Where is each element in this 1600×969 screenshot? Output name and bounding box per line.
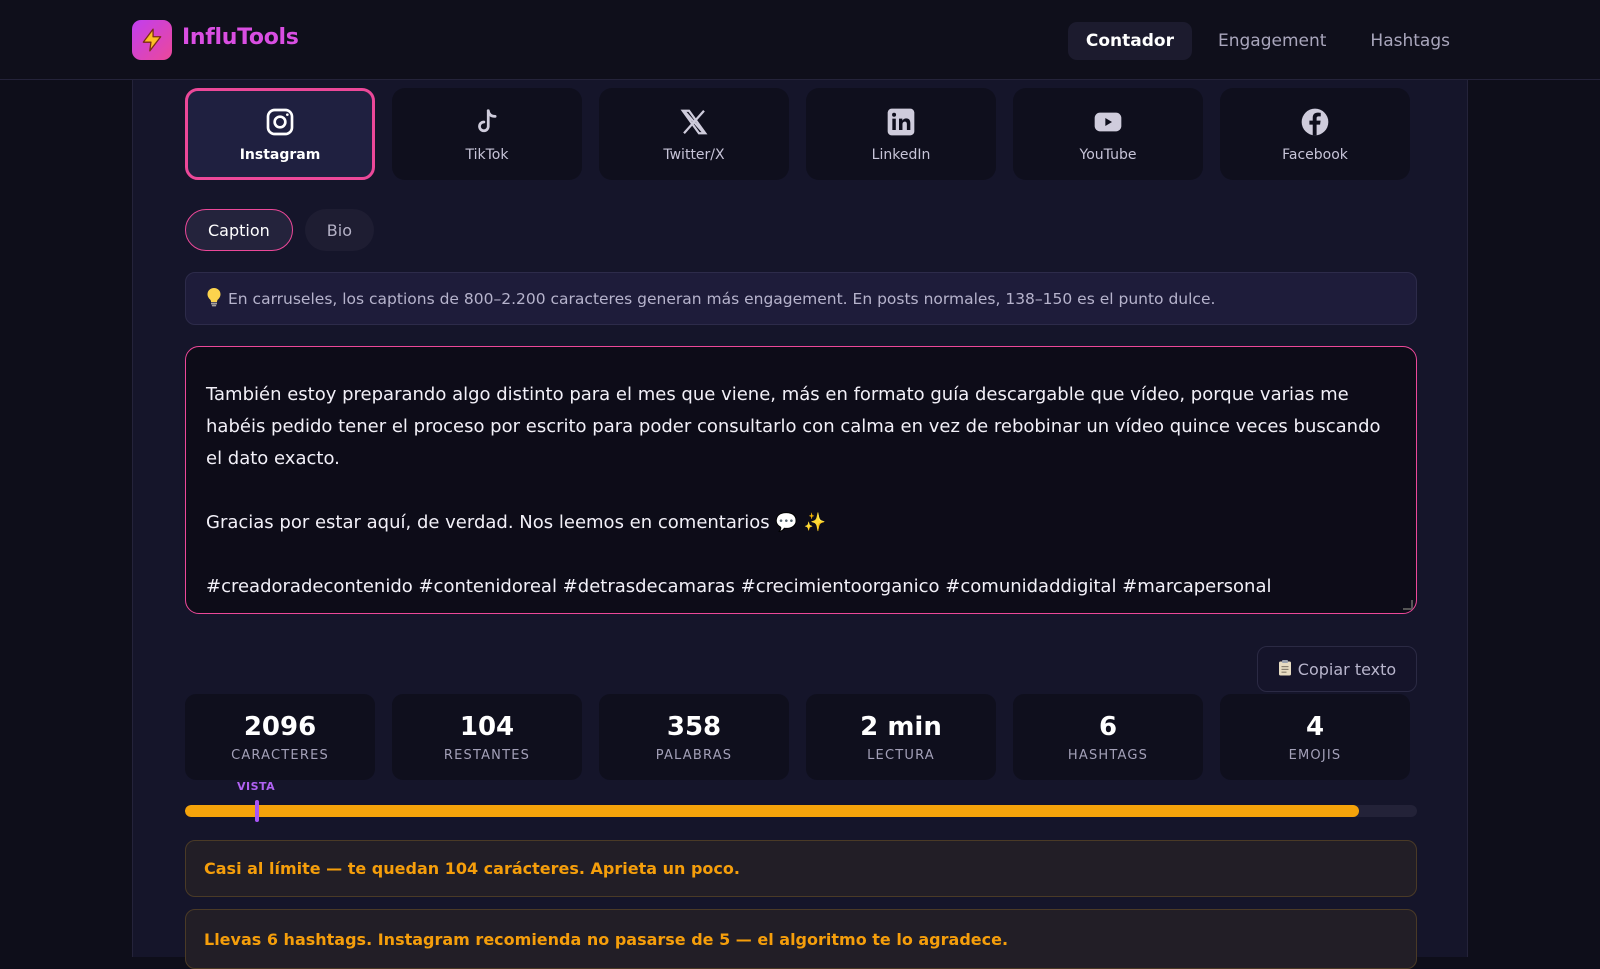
stat-label: CARACTERES	[231, 747, 329, 763]
platform-label: Instagram	[239, 147, 321, 163]
platform-label: Facebook	[1282, 147, 1348, 163]
vista-marker	[255, 800, 259, 822]
character-progress-bar	[185, 805, 1417, 817]
facebook-icon	[1298, 105, 1332, 139]
stat-value: 4	[1305, 711, 1325, 742]
nav-engagement[interactable]: Engagement	[1200, 22, 1344, 60]
platform-label: LinkedIn	[871, 147, 931, 163]
stat-reading: 2 min LECTURA	[806, 694, 996, 780]
warning-alert-hashtags: Llevas 6 hashtags. Instagram recomienda …	[185, 909, 1417, 969]
warning-alert-limit: Casi al límite — te quedan 104 caráctere…	[185, 840, 1417, 897]
stat-value: 2 min	[860, 711, 942, 742]
stat-hashtags: 6 HASHTAGS	[1013, 694, 1203, 780]
linkedin-icon	[884, 105, 918, 139]
clipboard-icon	[1278, 659, 1292, 680]
copy-button-label: Copiar texto	[1297, 659, 1397, 679]
nav-contador[interactable]: Contador	[1067, 22, 1192, 60]
stat-characters: 2096 CARACTERES	[185, 694, 375, 780]
youtube-icon	[1091, 105, 1125, 139]
stat-emojis: 4 EMOJIS	[1220, 694, 1410, 780]
main-nav: Contador Engagement Hashtags	[1067, 22, 1468, 60]
copy-text-button[interactable]: Copiar texto	[1257, 646, 1417, 692]
lightbulb-icon	[206, 287, 222, 311]
stat-label: PALABRAS	[655, 747, 733, 763]
stat-words: 358 PALABRAS	[599, 694, 789, 780]
platform-linkedin[interactable]: LinkedIn	[806, 88, 996, 180]
stat-value: 2096	[243, 711, 317, 742]
stats-row: 2096 CARACTERES 104 RESTANTES 358 PALABR…	[185, 694, 1410, 780]
platform-facebook[interactable]: Facebook	[1220, 88, 1410, 180]
tip-banner: En carruseles, los captions de 800–2.200…	[185, 272, 1417, 325]
vista-label: VISTA	[237, 780, 276, 793]
stat-label: EMOJIS	[1288, 747, 1342, 763]
platform-selector: Instagram TikTok Twitter/X LinkedIn YouT…	[185, 88, 1410, 180]
platform-instagram[interactable]: Instagram	[185, 88, 375, 180]
tiktok-icon	[470, 105, 504, 139]
app-name[interactable]: InfluTools	[182, 25, 299, 50]
mode-toggle: Caption Bio	[185, 209, 374, 251]
platform-youtube[interactable]: YouTube	[1013, 88, 1203, 180]
stat-remaining: 104 RESTANTES	[392, 694, 582, 780]
x-icon	[677, 105, 711, 139]
stat-label: HASHTAGS	[1067, 747, 1149, 763]
platform-tiktok[interactable]: TikTok	[392, 88, 582, 180]
mode-caption[interactable]: Caption	[185, 209, 293, 251]
caption-text: doy prioridad esta misma semana antes de…	[206, 384, 1381, 597]
platform-twitter[interactable]: Twitter/X	[599, 88, 789, 180]
platform-label: TikTok	[465, 147, 509, 163]
nav-hashtags[interactable]: Hashtags	[1352, 22, 1468, 60]
stat-value: 358	[666, 711, 722, 742]
progress-fill	[185, 805, 1360, 817]
stat-label: RESTANTES	[443, 747, 531, 763]
tip-text: En carruseles, los captions de 800–2.200…	[228, 289, 1216, 308]
counter-panel: Instagram TikTok Twitter/X LinkedIn YouT…	[132, 80, 1468, 969]
instagram-icon	[263, 105, 297, 139]
stat-label: LECTURA	[867, 747, 935, 763]
resize-handle[interactable]	[1403, 600, 1413, 610]
caption-textarea[interactable]: doy prioridad esta misma semana antes de…	[185, 346, 1417, 614]
stat-value: 6	[1098, 711, 1118, 742]
platform-label: Twitter/X	[663, 147, 725, 163]
lightning-logo-icon[interactable]	[132, 20, 172, 60]
top-bar: InfluTools Contador Engagement Hashtags	[0, 0, 1600, 80]
mode-bio[interactable]: Bio	[304, 209, 374, 251]
stat-value: 104	[459, 711, 515, 742]
platform-label: YouTube	[1079, 147, 1137, 163]
